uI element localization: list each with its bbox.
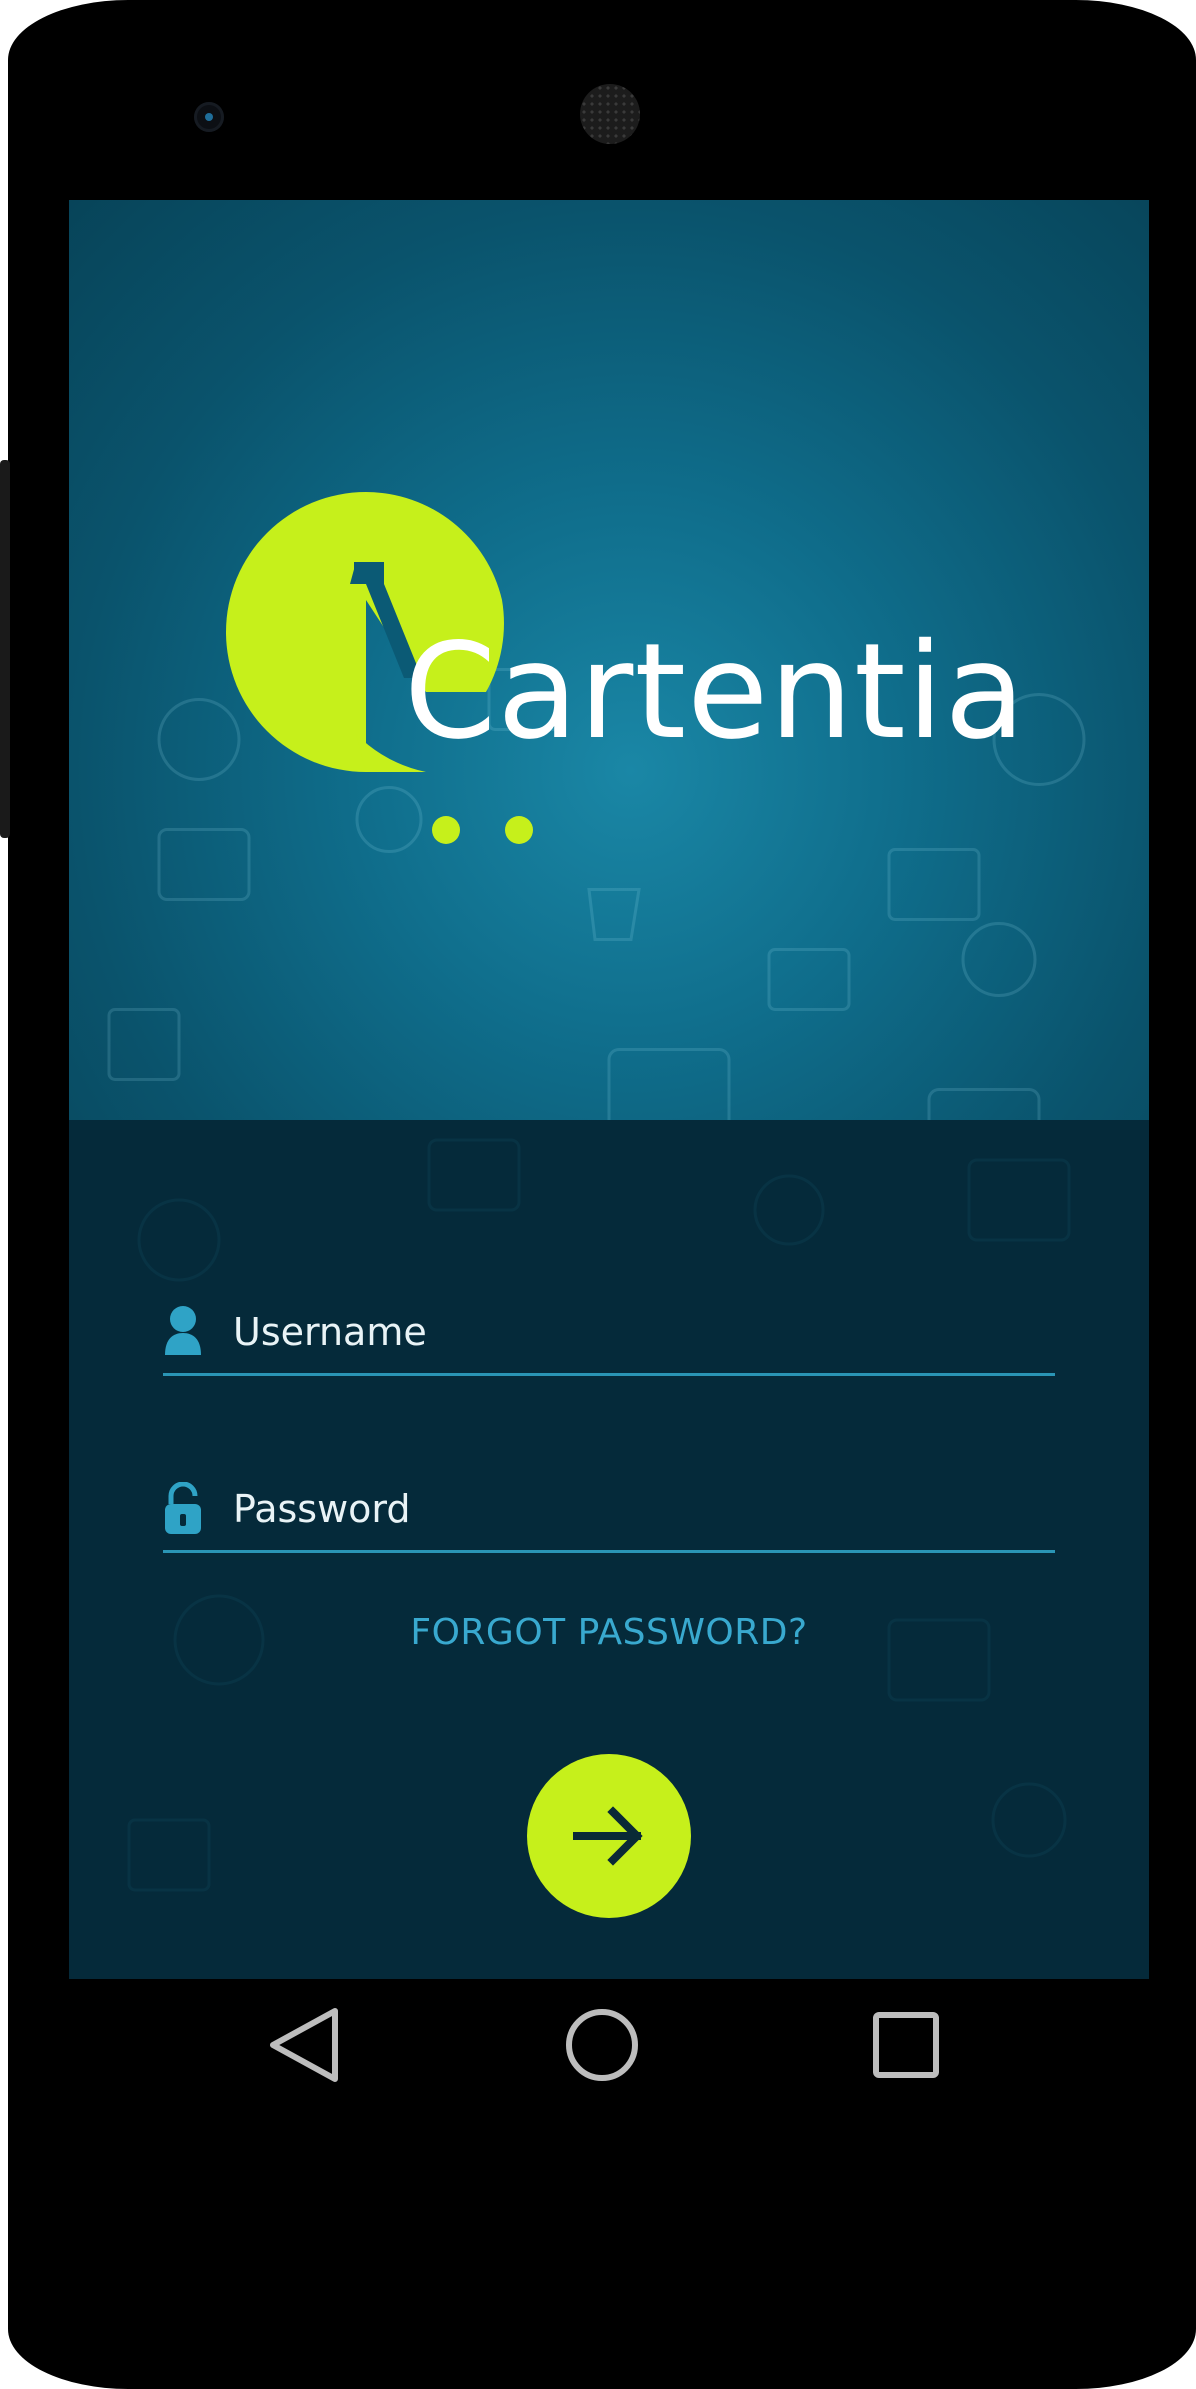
hero-banner: Cartentia bbox=[69, 200, 1149, 1120]
arrow-right-icon bbox=[573, 1806, 643, 1866]
username-field[interactable] bbox=[163, 1289, 1055, 1376]
phone-side-button bbox=[0, 460, 10, 838]
user-icon bbox=[165, 1306, 201, 1355]
unlock-icon bbox=[165, 1482, 201, 1534]
back-triangle-icon[interactable] bbox=[257, 1995, 357, 2095]
front-camera bbox=[194, 102, 224, 132]
forgot-password-link[interactable]: FORGOT PASSWORD? bbox=[69, 1612, 1149, 1653]
phone-frame: Cartentia Username FORGOT PASSWORD? bbox=[8, 0, 1196, 2389]
password-input[interactable] bbox=[231, 1480, 1035, 1538]
app-screen: Cartentia Username FORGOT PASSWORD? bbox=[69, 200, 1149, 1979]
earpiece-speaker bbox=[580, 84, 640, 144]
brand-name: Cartentia bbox=[404, 615, 1027, 769]
recents-square-icon[interactable] bbox=[856, 1995, 956, 2095]
logo-wheel-left bbox=[432, 816, 460, 844]
system-nav-bar bbox=[8, 1985, 1196, 2115]
logo-wheel-right bbox=[505, 816, 533, 844]
home-circle-icon[interactable] bbox=[552, 1995, 652, 2095]
password-field[interactable] bbox=[163, 1466, 1055, 1553]
login-submit-button[interactable] bbox=[527, 1754, 691, 1918]
username-input[interactable] bbox=[231, 1303, 1035, 1361]
